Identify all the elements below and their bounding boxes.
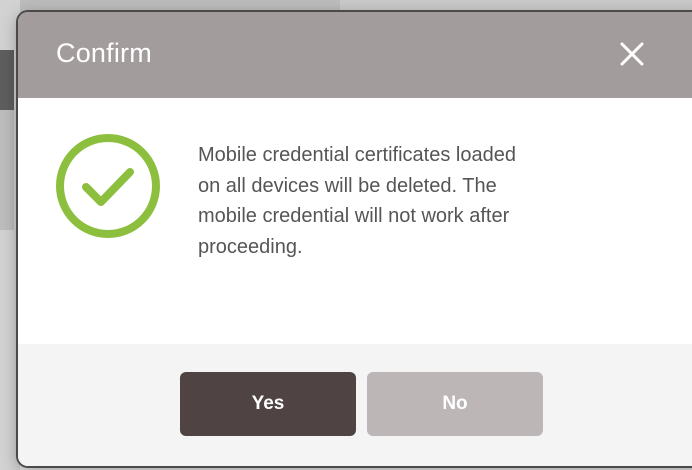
- dialog-title: Confirm: [56, 38, 152, 68]
- close-button[interactable]: [612, 34, 652, 74]
- backdrop-edge: [0, 50, 14, 110]
- dialog-header: Confirm: [18, 12, 692, 98]
- dialog-message: Mobile credential certificates loaded on…: [198, 144, 516, 258]
- dialog-body: Mobile credential certificates loaded on…: [18, 98, 692, 344]
- yes-button[interactable]: Yes: [180, 372, 356, 436]
- dialog-footer: Yes No: [18, 344, 692, 466]
- backdrop-edge: [0, 110, 14, 230]
- no-button[interactable]: No: [367, 372, 543, 436]
- confirm-dialog: Confirm Mobile credential certificates l…: [18, 12, 692, 466]
- check-circle-icon: [52, 130, 164, 242]
- close-icon: [620, 42, 644, 66]
